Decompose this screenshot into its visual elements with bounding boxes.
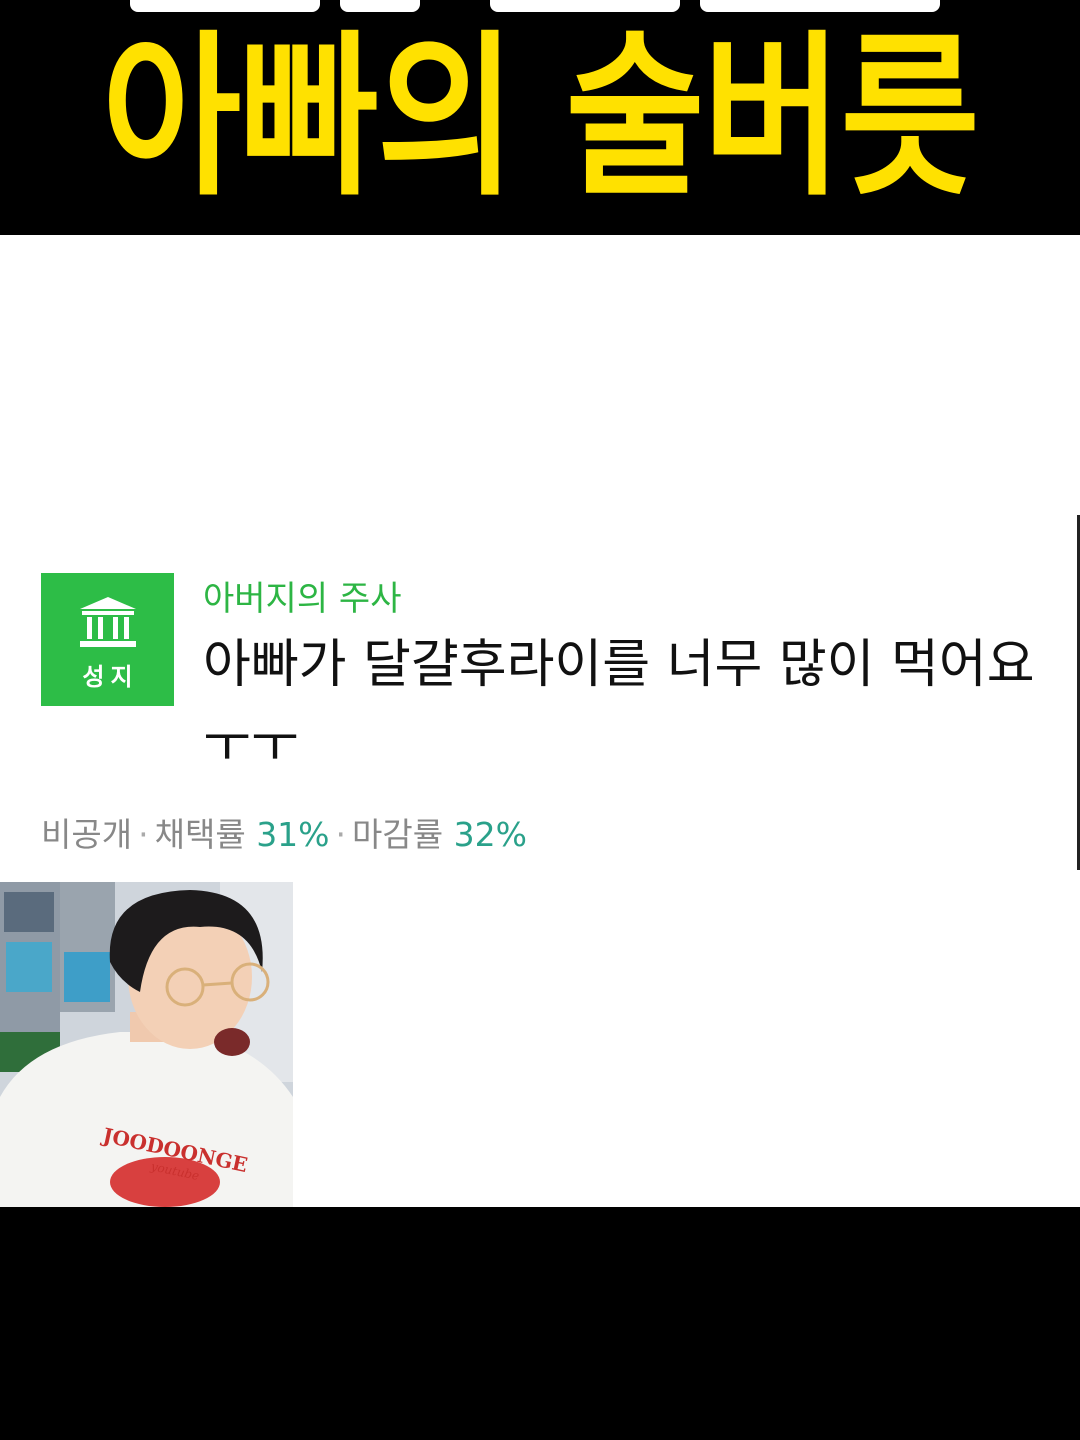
closing-rate-label: 마감률 (352, 815, 444, 854)
sanctuary-badge: 성지 (41, 573, 174, 706)
streamer-webcam: JOODOONGE youtube (0, 882, 293, 1207)
adoption-rate-label: 채택률 (154, 815, 246, 854)
question-title[interactable]: 아빠가 달걀후라이를 너무 많이 먹어요ㅜㅜ (203, 625, 1043, 785)
bottom-letterbox (0, 1207, 1080, 1440)
question-category[interactable]: 아버지의 주사 (203, 571, 402, 620)
top-banner: 아빠의 술버릇 (0, 0, 1080, 235)
video-title: 아빠의 술버릇 (101, 15, 980, 220)
bank-icon (80, 597, 136, 647)
adoption-rate-value: 31% (256, 815, 330, 854)
visibility-label: 비공개 (41, 815, 133, 854)
question-meta: 비공개 · 채택률 31% · 마감률 32% (41, 815, 527, 854)
badge-label: 성지 (82, 663, 139, 691)
cut-off-caption-line (120, 0, 960, 12)
webcam-image: JOODOONGE youtube (0, 882, 293, 1207)
closing-rate-value: 32% (453, 815, 527, 854)
